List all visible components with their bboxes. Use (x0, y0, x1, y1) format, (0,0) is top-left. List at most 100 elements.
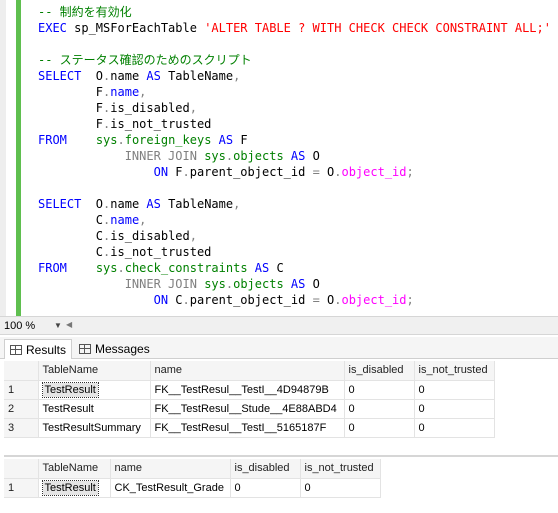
code-token: AS (146, 69, 161, 83)
column-header[interactable]: TableName (38, 361, 151, 381)
code-line[interactable]: SELECT O.name AS TableName, (38, 196, 551, 212)
code-token: name (110, 213, 140, 227)
code-token: check_constraints (124, 261, 248, 275)
code-area[interactable]: -- 制約を有効化 EXEC sp_MSForEachTable 'ALTER T… (38, 4, 551, 308)
code-token: C (269, 261, 284, 275)
code-token: SELECT (38, 69, 82, 83)
messages-icon (79, 343, 91, 354)
code-token: = (312, 293, 320, 307)
table-row[interactable]: 1 TestResult CK_TestResult_Grade 0 0 (4, 478, 381, 498)
result-grid-2: TableName name is_disabled is_not_truste… (4, 459, 381, 498)
table-cell[interactable]: 0 (344, 418, 415, 438)
code-token: AS (290, 277, 306, 291)
code-token: TableName (160, 69, 234, 83)
code-token: is_disabled (110, 229, 190, 243)
row-number[interactable]: 2 (4, 399, 39, 419)
code-token: , (139, 85, 147, 99)
code-token: AS (254, 261, 270, 275)
grid-corner (4, 361, 39, 381)
table-cell[interactable]: FK__TestResul__Stude__4E88ABD4 (150, 399, 345, 419)
tab-messages[interactable]: Messages (74, 339, 155, 358)
code-token: = (312, 165, 320, 179)
table-cell[interactable]: TestResult (38, 380, 151, 400)
column-header[interactable]: is_disabled (230, 459, 301, 479)
code-line[interactable]: C.is_not_trusted (38, 244, 551, 260)
table-cell[interactable]: 0 (344, 399, 415, 419)
zoom-select[interactable]: 100 % ▼ (2, 318, 62, 334)
code-line[interactable]: EXEC sp_MSForEachTable 'ALTER TABLE ? WI… (38, 20, 551, 36)
table-cell[interactable]: FK__TestResul__TestI__5165187F (150, 418, 345, 438)
code-line[interactable]: FROM sys.check_constraints AS C (38, 260, 551, 276)
code-token: TableName (160, 197, 234, 211)
table-cell[interactable]: TestResult (38, 399, 151, 419)
code-line[interactable]: F.is_disabled, (38, 100, 551, 116)
editor-margin (0, 0, 6, 316)
table-row[interactable]: 1 TestResult FK__TestResul__TestI__4D948… (4, 380, 495, 400)
code-token: F (233, 133, 248, 147)
column-header[interactable]: is_not_trusted (300, 459, 381, 479)
table-row[interactable]: 3 TestResultSummary FK__TestResul__TestI… (4, 418, 495, 438)
code-token: ON (153, 165, 169, 179)
code-token: sys (95, 133, 118, 147)
code-token: is_not_trusted (110, 245, 212, 259)
code-line[interactable]: ON F.parent_object_id = O.object_id; (38, 164, 551, 180)
table-cell[interactable]: 0 (414, 380, 495, 400)
table-row[interactable]: 2 TestResult FK__TestResul__Stude__4E88A… (4, 399, 495, 419)
column-header[interactable]: TableName (38, 459, 111, 479)
code-token: O (319, 165, 335, 179)
table-cell[interactable]: TestResultSummary (38, 418, 151, 438)
row-number[interactable]: 1 (4, 380, 39, 400)
code-token: C (38, 213, 104, 227)
selected-cell-value: TestResult (41, 479, 99, 496)
zoom-bar: 100 % ▼ ◀ (0, 316, 558, 335)
table-cell[interactable]: TestResult (38, 478, 111, 498)
code-token: F (38, 101, 104, 115)
code-token: ON (153, 293, 169, 307)
code-line[interactable]: FROM sys.foreign_keys AS F (38, 132, 551, 148)
table-cell[interactable]: 0 (414, 399, 495, 419)
column-header[interactable]: is_not_trusted (414, 361, 495, 381)
code-line[interactable]: -- ステータス確認のためのスクリプト (38, 52, 551, 68)
row-number[interactable]: 3 (4, 418, 39, 438)
column-header[interactable]: name (150, 361, 345, 381)
table-cell[interactable]: 0 (230, 478, 301, 498)
code-token: objects (233, 149, 284, 163)
table-cell[interactable]: CK_TestResult_Grade (110, 478, 231, 498)
code-line[interactable]: F.is_not_trusted (38, 116, 551, 132)
table-cell[interactable]: FK__TestResul__TestI__4D94879B (150, 380, 345, 400)
code-line[interactable]: SELECT O.name AS TableName, (38, 68, 551, 84)
table-cell[interactable]: 0 (344, 380, 415, 400)
column-header[interactable]: is_disabled (344, 361, 415, 381)
code-line[interactable] (38, 36, 551, 52)
table-cell[interactable]: 0 (414, 418, 495, 438)
code-token: , (189, 101, 197, 115)
sql-editor[interactable]: -- 制約を有効化 EXEC sp_MSForEachTable 'ALTER T… (0, 0, 558, 316)
code-line[interactable]: INNER JOIN sys.objects AS O (38, 276, 551, 292)
code-token: SELECT (38, 197, 82, 211)
code-token: O (81, 69, 104, 83)
scroll-left-icon[interactable]: ◀ (66, 320, 72, 329)
code-token: FROM (38, 261, 67, 275)
code-line[interactable]: INNER JOIN sys.objects AS O (38, 148, 551, 164)
table-cell[interactable]: 0 (300, 478, 381, 498)
grid-separator[interactable] (4, 455, 558, 457)
code-line[interactable] (38, 180, 551, 196)
code-token: F (38, 117, 104, 131)
column-header[interactable]: name (110, 459, 231, 479)
grid-icon (10, 344, 22, 355)
tab-results[interactable]: Results (4, 339, 73, 359)
code-token: . (117, 261, 125, 275)
code-line[interactable]: C.name, (38, 212, 551, 228)
code-line[interactable]: F.name, (38, 84, 551, 100)
code-token: objects (233, 277, 284, 291)
code-line[interactable]: -- 制約を有効化 (38, 4, 551, 20)
code-token: -- ステータス確認のためのスクリプト (38, 53, 252, 67)
code-token: O (305, 277, 320, 291)
row-number[interactable]: 1 (4, 478, 39, 498)
code-line[interactable]: C.is_disabled, (38, 228, 551, 244)
code-line[interactable]: ON C.parent_object_id = O.object_id; (38, 292, 551, 308)
